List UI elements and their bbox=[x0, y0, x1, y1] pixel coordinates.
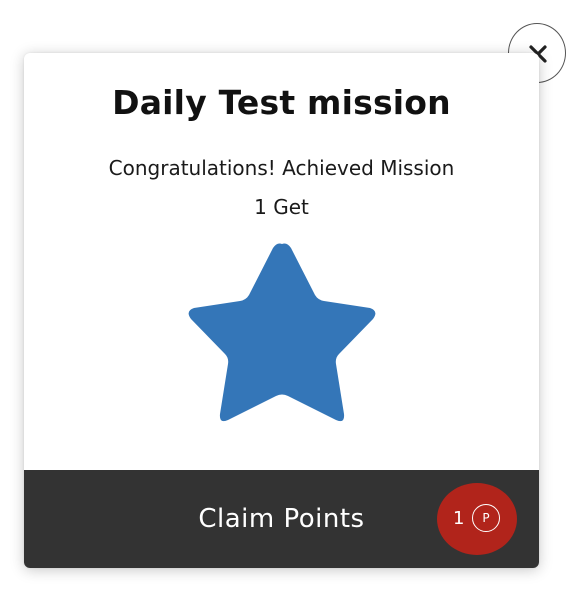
mission-modal: Daily Test mission Congratulations! Achi… bbox=[24, 53, 539, 568]
congrats-text: Congratulations! Achieved Mission bbox=[108, 156, 455, 180]
star-icon bbox=[188, 243, 376, 422]
points-count: 1 bbox=[453, 508, 465, 529]
points-icon: P bbox=[472, 504, 500, 532]
modal-title: Daily Test mission bbox=[112, 83, 451, 122]
claim-footer[interactable]: Claim Points 1 P bbox=[24, 470, 539, 568]
mission-message: Congratulations! Achieved Mission 1 Get bbox=[24, 149, 539, 227]
points-badge: 1 P bbox=[437, 483, 517, 555]
reward-text: 1 Get bbox=[254, 195, 309, 219]
